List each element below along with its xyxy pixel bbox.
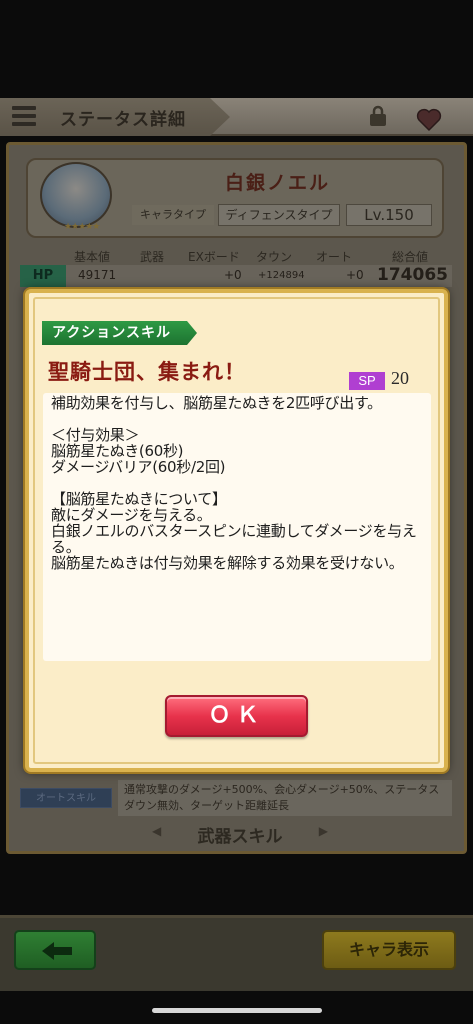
- hp-total: 174065: [377, 265, 448, 285]
- rarity-stars: ★★★★★: [64, 222, 100, 232]
- menu-icon[interactable]: [12, 106, 36, 128]
- skill-description: 補助効果を付与し、脳筋星たぬきを2匹呼び出す。 ＜付与効果＞ 脳筋星たぬき(60…: [51, 394, 417, 572]
- skill-category-label: アクションスキル: [42, 321, 197, 345]
- home-indicator[interactable]: [152, 1008, 322, 1013]
- chevron-right-icon[interactable]: ▶: [319, 824, 328, 838]
- hp-label: HP: [20, 265, 66, 287]
- skill-name: 聖騎士団、集まれ！: [48, 360, 246, 384]
- hp-stat-row: HP 49171 +0 +124894 +0 174065: [20, 265, 452, 287]
- page-title: ステータス詳細: [60, 110, 186, 130]
- stat-header-total: 総合値: [392, 250, 429, 264]
- weapon-skill-tab[interactable]: ◀ 武器スキル ▶: [152, 822, 328, 847]
- ok-button[interactable]: ＯＫ: [165, 695, 308, 737]
- stat-header-exboard: EXボード: [188, 250, 240, 264]
- heart-icon[interactable]: [416, 108, 442, 132]
- character-avatar: [40, 162, 112, 228]
- stat-header-base: 基本値: [74, 250, 111, 264]
- auto-skill-row: オートスキル 通常攻撃のダメージ+500%、会心ダメージ+50%、ステータスダウ…: [20, 780, 452, 816]
- header-bar: ステータス詳細: [0, 98, 473, 136]
- character-type-value: ディフェンスタイプ: [218, 204, 340, 226]
- arrow-left-icon: [42, 942, 72, 960]
- show-character-button[interactable]: キャラ表示: [322, 930, 456, 970]
- chevron-left-icon[interactable]: ◀: [152, 824, 161, 838]
- back-button[interactable]: [14, 930, 96, 970]
- hp-town: +124894: [258, 270, 305, 281]
- lock-icon[interactable]: [366, 104, 390, 128]
- stat-header-town: タウン: [256, 250, 293, 264]
- sp-badge: SP: [349, 372, 385, 390]
- stat-header-weapon: 武器: [140, 250, 165, 264]
- weapon-skill-tab-label: 武器スキル: [197, 827, 283, 847]
- character-level: Lv.150: [346, 204, 432, 226]
- hp-weapon: +0: [224, 268, 242, 282]
- sp-value: 20: [391, 368, 409, 388]
- hp-auto: +0: [346, 268, 364, 282]
- character-name: 白銀ノエル: [225, 172, 331, 194]
- stat-header-auto: オート: [316, 250, 353, 264]
- hp-base: 49171: [78, 268, 117, 282]
- auto-skill-text: 通常攻撃のダメージ+500%、会心ダメージ+50%、ステータスダウン無効、ターゲ…: [118, 780, 452, 816]
- auto-skill-label: オートスキル: [20, 788, 112, 808]
- character-type-label: キャラタイプ: [132, 205, 214, 225]
- stat-column-headers: 基本値 武器 EXボード タウン オート 総合値: [20, 248, 452, 266]
